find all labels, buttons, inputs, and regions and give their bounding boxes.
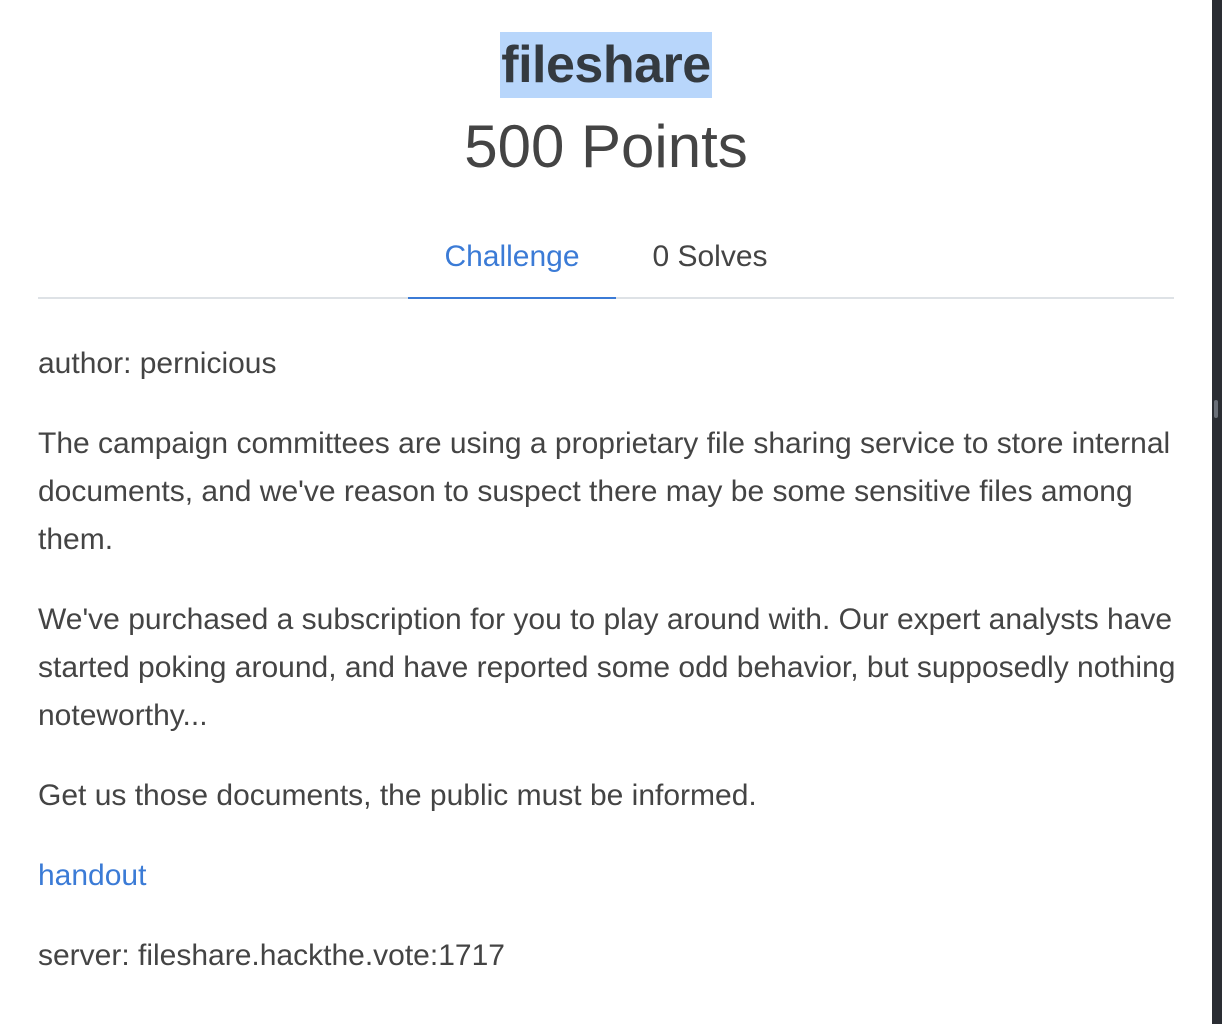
tab-solves[interactable]: 0 Solves bbox=[628, 226, 792, 297]
description-paragraph-3: Get us those documents, the public must … bbox=[38, 779, 757, 812]
author-line: author: pernicious bbox=[38, 347, 277, 380]
tab-bar: Challenge 0 Solves bbox=[38, 226, 1174, 299]
title-wrap: fileshare bbox=[0, 32, 1212, 98]
server-line: server: fileshare.hackthe.vote:1717 bbox=[38, 939, 505, 972]
handout-link[interactable]: handout bbox=[38, 859, 146, 892]
challenge-title: fileshare bbox=[500, 32, 712, 98]
challenge-description: author: pernicious The campaign committe… bbox=[38, 340, 1178, 1012]
description-paragraph-1: The campaign committees are using a prop… bbox=[38, 427, 1171, 556]
tab-challenge[interactable]: Challenge bbox=[408, 226, 616, 299]
handout-paragraph: handout bbox=[38, 852, 1178, 900]
description-paragraph-2: We've purchased a subscription for you t… bbox=[38, 603, 1176, 732]
background-glint bbox=[1214, 400, 1218, 418]
challenge-points: 500 Points bbox=[464, 113, 748, 180]
background-window-edge bbox=[1212, 0, 1222, 1024]
challenge-modal: fileshare 500 Points Challenge 0 Solves … bbox=[0, 0, 1212, 1024]
